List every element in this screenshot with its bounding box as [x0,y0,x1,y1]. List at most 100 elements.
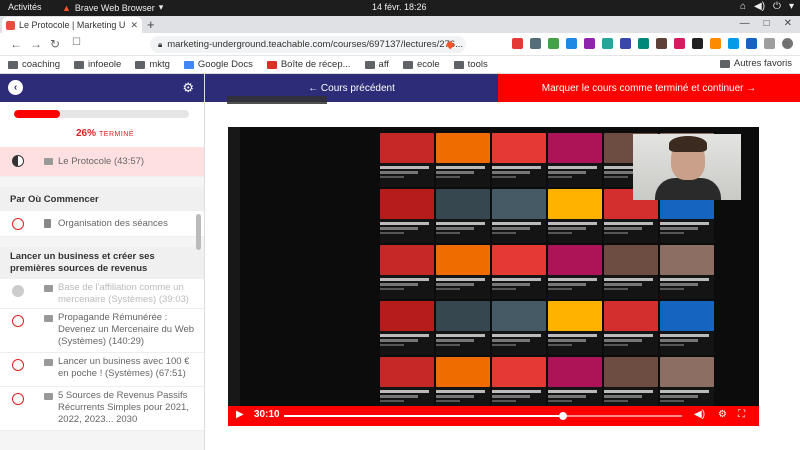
system-tray[interactable]: ⌂ ◀) ⏻ ▾ [740,1,794,12]
incomplete-icon [12,315,24,327]
browser-tab[interactable]: Le Protocole | Marketing U ✕ [2,17,142,33]
complete-and-continue-button[interactable]: Marquer le cours comme terminé et contin… [498,74,800,102]
seek-bar[interactable] [284,412,682,420]
video-thumbnail [436,133,490,187]
bookmark-tools[interactable]: tools [453,59,488,70]
gear-icon[interactable]: ⚙ [182,80,194,96]
app-menu[interactable]: ▲ Brave Web Browser ▾ [62,2,163,13]
video-thumbnail [492,189,546,243]
maximize-icon[interactable]: □ [764,18,770,29]
bookmark-google-docs[interactable]: Google Docs [183,59,253,70]
video-player[interactable]: ▶ 30:10 ◀) ⚙ ⛶ [228,127,759,426]
lecture-item[interactable]: Propagande Rémunérée : Devenez un Mercen… [0,309,204,353]
lecture-item[interactable]: 5 Sources de Revenus Passifs Récurrents … [0,387,204,431]
presenter-body [655,178,721,200]
progress-fill [14,110,60,118]
reload-icon[interactable]: ↻ [50,37,60,51]
folder-icon [453,60,464,69]
extension-icon[interactable] [602,38,613,49]
minimize-icon[interactable]: — [740,18,750,29]
fullscreen-icon[interactable]: ⛶ [738,409,745,420]
lecture-item[interactable]: Base de l'affiliation comme un mercenair… [0,279,204,309]
extension-icon[interactable] [746,38,757,49]
extensions-row [512,38,793,49]
video-thumbnail [380,357,434,411]
lecture-item-current[interactable]: Le Protocole (43:57) [0,147,204,177]
extension-icon[interactable] [638,38,649,49]
section-title: Par Où Commencer [0,187,204,211]
bookmark-icon[interactable]: ☐ [72,37,81,48]
extension-icon[interactable] [656,38,667,49]
extension-icon[interactable] [674,38,685,49]
brave-icon: ▲ [62,2,71,13]
close-window-icon[interactable]: ✕ [784,18,792,29]
lecture-title: Propagande Rémunérée : Devenez un Mercen… [58,312,195,347]
new-tab-button[interactable]: + [147,17,155,32]
bookmark-inbox[interactable]: Boîte de récep... [266,59,351,70]
presenter-hair [669,136,707,152]
folder-icon [364,60,375,69]
extension-icon[interactable] [530,38,541,49]
video-thumbnail [492,301,546,355]
video-thumbnail [548,189,602,243]
extension-icon[interactable] [620,38,631,49]
volume-icon: ◀) [754,1,766,12]
video-thumbnail [548,133,602,187]
progress-text: 26% TERMINÉ [76,128,135,139]
lecture-title: Le Protocole (43:57) [58,156,145,167]
extension-icon[interactable] [584,38,595,49]
back-to-course-icon[interactable]: ‹ [8,80,23,95]
video-thumbnail [660,301,714,355]
settings-icon[interactable]: ⚙ [718,409,727,420]
menu-icon[interactable]: ≡ [783,37,790,51]
gmail-icon [266,60,277,69]
power-icon: ⏻ [773,1,781,12]
folder-icon [402,60,413,69]
video-icon [44,315,53,322]
extension-icon[interactable] [728,38,739,49]
brave-shield-icon[interactable]: ◆ [446,38,454,51]
address-bar[interactable]: 🔒︎ marketing-underground.teachable.com/c… [150,36,466,53]
lecture-title: Organisation des séances [58,218,168,229]
bookmark-infoeole[interactable]: infoeole [74,59,121,70]
video-thumbnail [380,245,434,299]
volume-icon[interactable]: ◀) [694,409,705,420]
video-icon [44,359,53,366]
other-bookmarks[interactable]: Autres favoris [719,58,792,69]
forward-icon[interactable]: → [30,37,42,51]
seek-played [284,412,567,420]
extension-icon[interactable] [710,38,721,49]
lecture-item[interactable]: Lancer un business avec 100 € en poche !… [0,353,204,387]
extension-icon[interactable] [764,38,775,49]
extension-icon[interactable] [548,38,559,49]
video-thumbnail [492,357,546,411]
close-tab-icon[interactable]: ✕ [130,20,138,31]
activities-button[interactable]: Activités [8,2,42,12]
video-thumbnail [492,133,546,187]
extension-icon[interactable] [512,38,523,49]
lecture-item[interactable]: Organisation des séances [0,211,204,237]
bookmark-mktg[interactable]: mktg [135,59,170,70]
progress-bar [14,110,189,118]
bookmarks-bar: coaching infoeole mktg Google Docs Boîte… [0,56,800,74]
video-thumbnail [380,301,434,355]
course-progress: 26% TERMINÉ [0,102,204,147]
play-icon[interactable]: ▶ [236,409,244,420]
back-icon[interactable]: ← [10,37,22,51]
bookmark-aff[interactable]: aff [364,59,389,70]
incomplete-icon [12,359,24,371]
clock[interactable]: 14 févr. 18:26 [372,2,427,12]
google-docs-icon [183,60,194,69]
bookmark-ecole[interactable]: ecole [402,59,440,70]
video-icon [44,158,53,165]
extension-icon[interactable] [692,38,703,49]
sidebar-header: ‹ ⚙ [0,74,204,102]
bookmark-coaching[interactable]: coaching [8,59,60,70]
chevron-down-icon: ▾ [788,1,794,12]
sidebar-scrollbar[interactable] [196,214,201,250]
video-thumbnail [548,357,602,411]
incomplete-icon [12,218,24,230]
seek-handle[interactable] [558,412,567,420]
extension-icon[interactable] [566,38,577,49]
folder-icon [74,60,85,69]
